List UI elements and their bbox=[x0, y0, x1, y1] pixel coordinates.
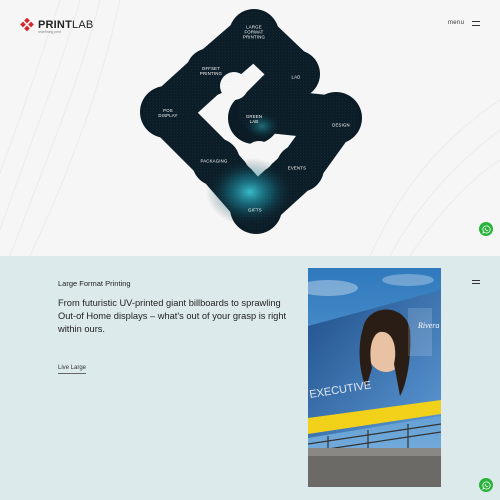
service-events[interactable]: EVENTS bbox=[288, 166, 306, 171]
whatsapp-icon bbox=[481, 224, 491, 234]
whatsapp-button-bottom[interactable] bbox=[479, 478, 493, 492]
billboard-image: Rivera EXECUTIVE bbox=[308, 268, 441, 487]
hero-section: PRINTLAB redefining print menu LARGE FOR… bbox=[0, 0, 500, 256]
billboard-photo: Rivera EXECUTIVE bbox=[308, 268, 441, 487]
large-format-section: Large Format Printing From futuristic UV… bbox=[0, 256, 500, 500]
whatsapp-icon bbox=[481, 480, 491, 490]
section-title: Large Format Printing bbox=[58, 279, 131, 288]
service-packaging[interactable]: PACKAGING bbox=[200, 159, 227, 164]
service-lad[interactable]: LAD bbox=[292, 75, 301, 80]
service-pos-display[interactable]: POS DISPLAY bbox=[158, 108, 177, 118]
service-large-format-printing[interactable]: LARGE FORMAT PRINTING bbox=[243, 25, 265, 40]
section-menu-icon[interactable] bbox=[472, 280, 480, 284]
service-offset-printing[interactable]: OFFSET PRINTING bbox=[200, 66, 222, 76]
billboard-brand-text: Rivera bbox=[417, 321, 439, 330]
service-green-lab[interactable]: GREEN LAB bbox=[246, 114, 262, 124]
service-gifts[interactable]: GIFTS bbox=[248, 208, 262, 213]
live-large-link[interactable]: Live Large bbox=[58, 365, 87, 374]
whatsapp-button[interactable] bbox=[479, 222, 493, 236]
service-design[interactable]: DESIGN bbox=[332, 123, 350, 128]
section-description: From futuristic UV-printed giant billboa… bbox=[58, 298, 287, 334]
